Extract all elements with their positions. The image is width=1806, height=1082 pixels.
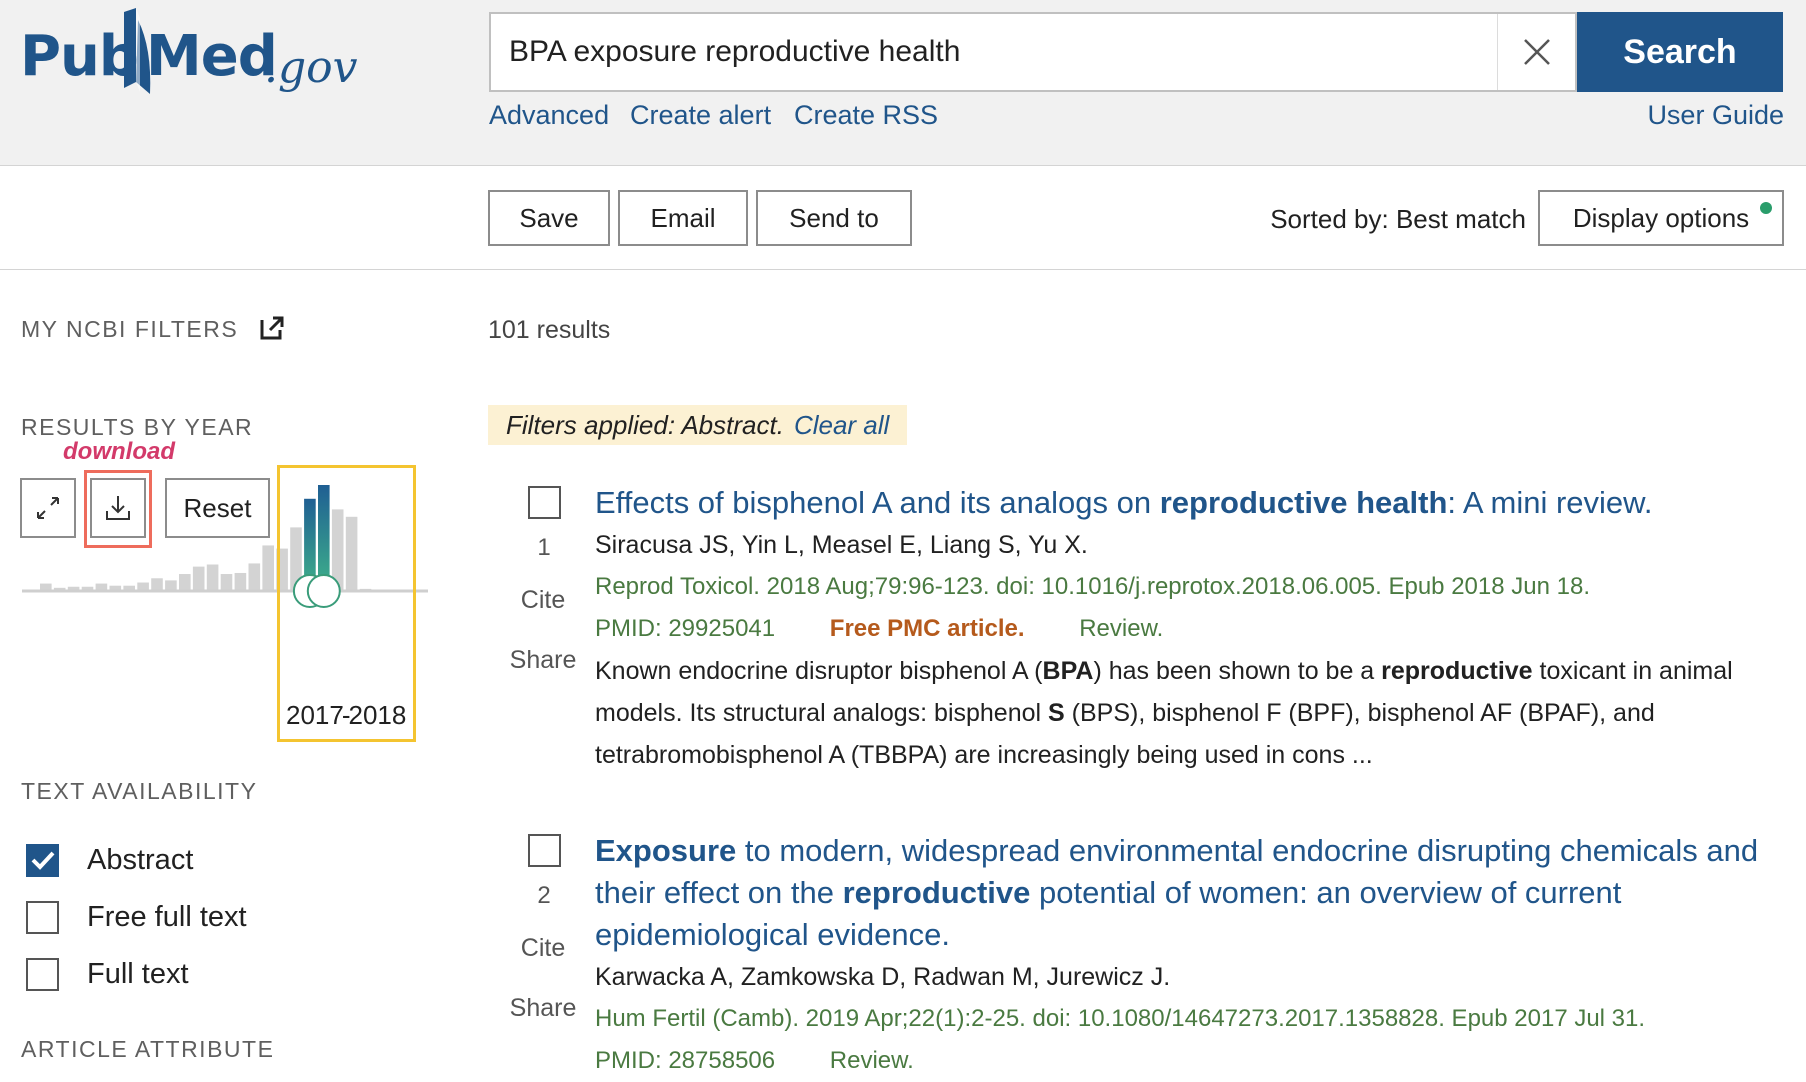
- header: Pub Med .gov Search Advanced Create aler…: [0, 0, 1806, 166]
- year-bar[interactable]: [248, 563, 261, 591]
- abstract-checkbox[interactable]: [26, 843, 59, 877]
- year-range-start: 2017: [286, 700, 344, 730]
- result-item: 2 Cite Share Exposure to modern, widespr…: [488, 830, 1798, 1082]
- download-annotation: download: [63, 438, 175, 465]
- result-checkbox[interactable]: [528, 486, 561, 519]
- email-button[interactable]: Email: [618, 190, 748, 246]
- result-journal: Hum Fertil (Camb). 2019 Apr;22(1):2-25. …: [595, 1005, 1646, 1032]
- result-authors: Karwacka A, Zamkowska D, Radwan M, Jurew…: [595, 963, 1171, 991]
- year-bar[interactable]: [220, 574, 233, 591]
- create-alert-link[interactable]: Create alert: [630, 100, 771, 131]
- send-to-button[interactable]: Send to: [756, 190, 912, 246]
- share-button[interactable]: Share: [488, 994, 598, 1023]
- status-dot: [1760, 202, 1772, 214]
- year-bar[interactable]: [262, 545, 274, 591]
- result-title-link[interactable]: Exposure to modern, widespread environme…: [595, 830, 1785, 956]
- result-authors: Siracusa JS, Yin L, Measel E, Liang S, Y…: [595, 531, 1088, 559]
- result-pmid: PMID: 29925041: [595, 615, 776, 642]
- save-button[interactable]: Save: [488, 190, 610, 246]
- search-input[interactable]: [509, 14, 1469, 90]
- year-range-end: 2018: [348, 700, 407, 730]
- review-badge: Review.: [1079, 615, 1164, 642]
- logo-gov: .gov: [264, 42, 358, 93]
- review-badge: Review.: [829, 1047, 914, 1074]
- title-fragment: Exposure: [595, 833, 737, 868]
- article-attribute-heading: ARTICLE ATTRIBUTE: [21, 1036, 275, 1062]
- snippet-fragment: reproductive: [1381, 657, 1533, 685]
- free-full-text-checkbox[interactable]: [26, 900, 59, 934]
- snippet-fragment: ) has been shown to be a: [1093, 657, 1382, 685]
- result-checkbox[interactable]: [528, 834, 561, 867]
- result-title-link[interactable]: Effects of bisphenol A and its analogs o…: [595, 482, 1785, 524]
- snippet-fragment: S: [1048, 699, 1065, 727]
- check-icon: [31, 851, 54, 870]
- year-bar[interactable]: [192, 566, 205, 591]
- result-pmid: PMID: 28758506: [595, 1047, 776, 1074]
- result-meta: PMID: 28758506 Review.: [595, 1040, 1785, 1082]
- search-button[interactable]: Search: [1577, 12, 1783, 92]
- year-bar[interactable]: [234, 572, 247, 591]
- results-toolbar: Save Email Send to Sorted by: Best match…: [0, 166, 1806, 270]
- result-number: 1: [537, 534, 551, 561]
- share-button[interactable]: Share: [488, 646, 598, 675]
- title-fragment: : A mini review.: [1447, 485, 1653, 520]
- filters-applied-banner: Filters applied: Abstract. Clear all: [488, 405, 908, 445]
- result-number: 2: [537, 882, 551, 909]
- title-fragment: reproductive: [842, 875, 1031, 910]
- filters-applied-text: Filters applied: Abstract.: [506, 409, 784, 440]
- free-pmc-link[interactable]: Free PMC article.: [830, 615, 1025, 642]
- filter-free-full-text[interactable]: Free full text: [26, 899, 247, 935]
- result-item: 1 Cite Share Effects of bisphenol A and …: [488, 482, 1798, 782]
- search-box: [489, 12, 1577, 92]
- text-availability-heading: TEXT AVAILABILITY: [21, 778, 258, 804]
- user-guide-link[interactable]: User Guide: [1647, 100, 1784, 131]
- display-options-label: Display options: [1572, 202, 1750, 233]
- free-full-text-label: Free full text: [87, 900, 247, 933]
- cite-button[interactable]: Cite: [488, 586, 598, 615]
- sorted-by-label: Sorted by: Best match: [1270, 204, 1526, 234]
- close-icon: [1523, 39, 1550, 65]
- filter-full-text[interactable]: Full text: [26, 956, 189, 992]
- year-bar[interactable]: [179, 574, 191, 591]
- pubmed-logo[interactable]: Pub Med .gov: [20, 6, 358, 98]
- result-body: Exposure to modern, widespread environme…: [595, 830, 1785, 1082]
- my-ncbi-filters-heading[interactable]: MY NCBI FILTERS: [21, 316, 286, 343]
- year-bar[interactable]: [165, 580, 177, 591]
- result-snippet: Known endocrine disruptor bisphenol A (B…: [595, 650, 1785, 776]
- results-count: 101 results: [488, 316, 611, 344]
- title-fragment: Effects of bisphenol A and its analogs o…: [595, 485, 1160, 520]
- snippet-fragment: Known endocrine disruptor bisphenol A (: [595, 657, 1043, 685]
- full-text-checkbox[interactable]: [26, 957, 59, 991]
- title-fragment: reproductive health: [1159, 485, 1448, 520]
- full-text-label: Full text: [87, 957, 189, 990]
- year-bar[interactable]: [206, 564, 219, 592]
- clear-all-link[interactable]: Clear all: [794, 410, 889, 441]
- results-by-year-heading: RESULTS BY YEAR: [21, 414, 254, 440]
- my-ncbi-filters-label: MY NCBI FILTERS: [21, 316, 239, 342]
- result-body: Effects of bisphenol A and its analogs o…: [595, 482, 1785, 776]
- result-journal: Reprod Toxicol. 2018 Aug;79:96-123. doi:…: [595, 573, 1590, 600]
- logo-med: Med: [146, 24, 278, 89]
- year-bar[interactable]: [151, 578, 163, 591]
- snippet-fragment: BPA: [1042, 657, 1094, 685]
- cite-button[interactable]: Cite: [488, 934, 598, 963]
- create-rss-link[interactable]: Create RSS: [794, 100, 938, 131]
- year-range-label: 2017-2018: [286, 700, 406, 731]
- abstract-label: Abstract: [87, 843, 194, 876]
- clear-search-button[interactable]: [1497, 14, 1575, 90]
- result-meta: PMID: 29925041 Free PMC article. Review.: [595, 608, 1785, 650]
- external-link-icon: [260, 316, 284, 340]
- filter-abstract[interactable]: Abstract: [26, 842, 193, 878]
- advanced-link[interactable]: Advanced: [489, 100, 609, 131]
- display-options-button[interactable]: Display options: [1538, 190, 1784, 246]
